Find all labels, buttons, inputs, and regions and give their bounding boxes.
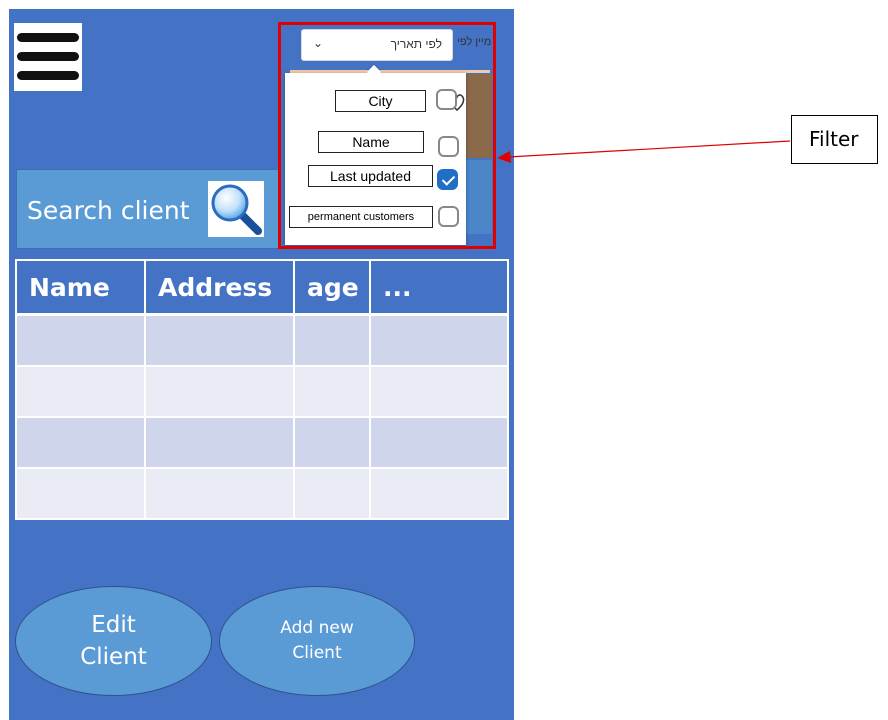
filter-callout-label: Filter	[791, 115, 878, 164]
callout-arrow	[497, 140, 791, 163]
